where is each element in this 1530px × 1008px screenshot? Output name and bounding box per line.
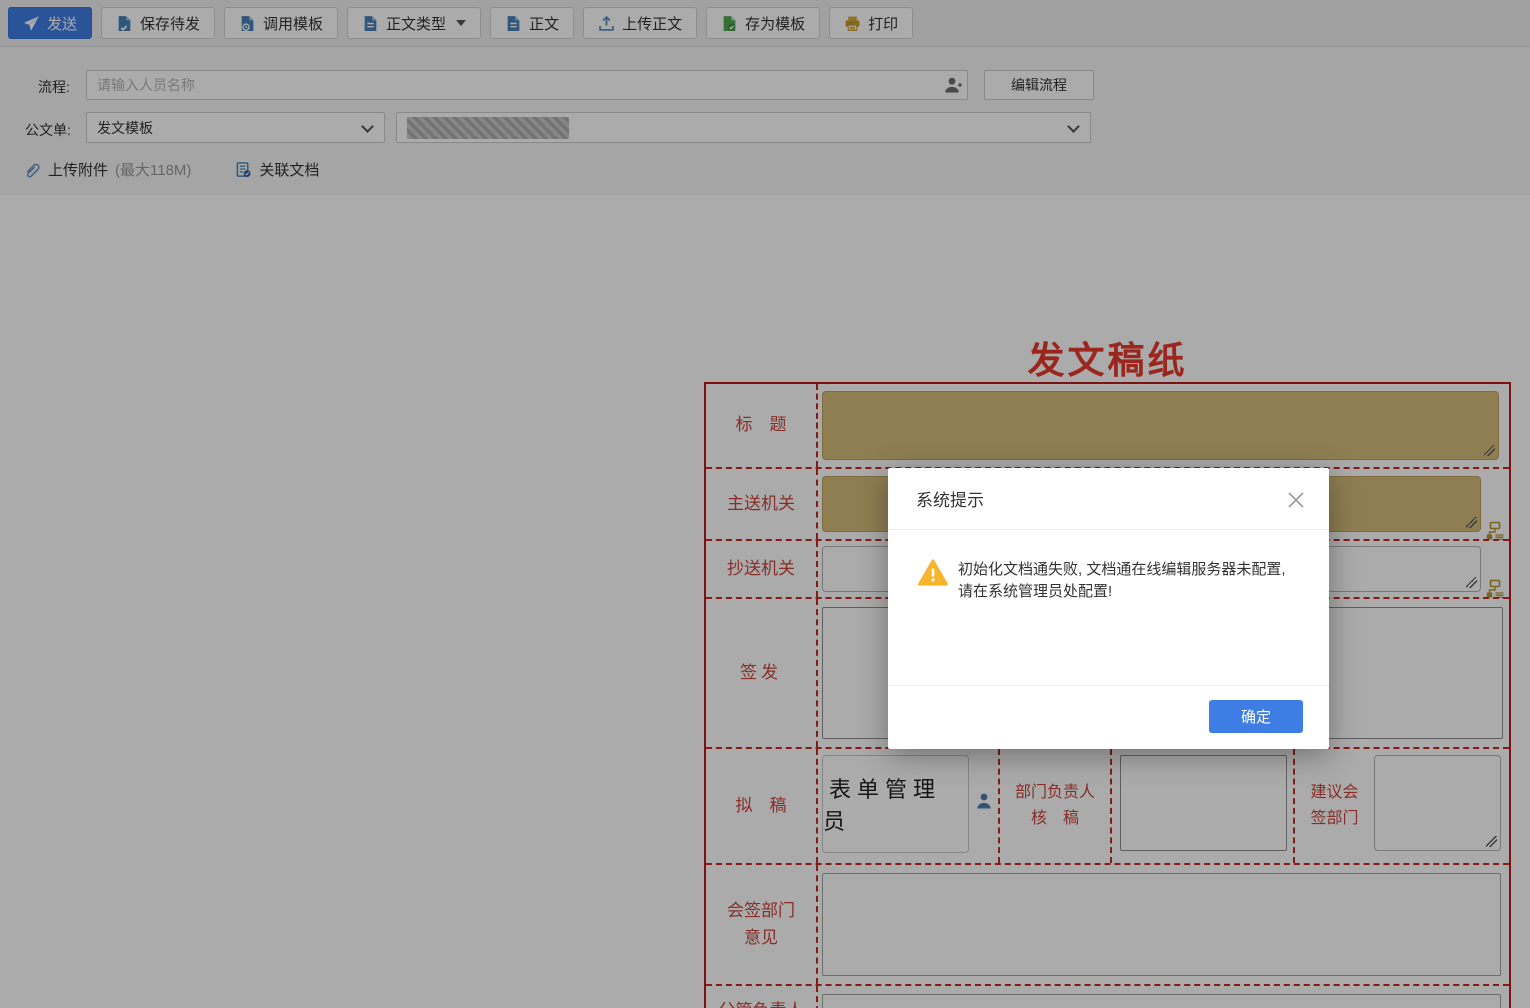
dialog-message: 初始化文档通失败, 文档通在线编辑服务器未配置, 请在系统管理员处配置! — [958, 559, 1306, 603]
close-icon[interactable] — [1285, 489, 1307, 511]
ok-button[interactable]: 确定 — [1209, 700, 1303, 733]
dialog-message-line1: 初始化文档通失败, 文档通在线编辑服务器未配置, — [958, 559, 1306, 581]
warning-triangle-icon — [918, 559, 948, 587]
dialog-title: 系统提示 — [916, 486, 984, 511]
ekp-dispatch-page: 发送 保存待发 调用模板 正文类型 正文 — [0, 0, 1530, 1008]
dialog-footer: 确定 — [888, 685, 1329, 749]
dialog-message-line2: 请在系统管理员处配置! — [958, 581, 1306, 603]
dialog-header: 系统提示 — [888, 468, 1329, 530]
dialog-body: 初始化文档通失败, 文档通在线编辑服务器未配置, 请在系统管理员处配置! — [888, 531, 1329, 685]
system-dialog: 系统提示 初始化文档通失败, 文档通在线编辑服务器未配置, 请在系统管理员处配置… — [888, 468, 1329, 749]
